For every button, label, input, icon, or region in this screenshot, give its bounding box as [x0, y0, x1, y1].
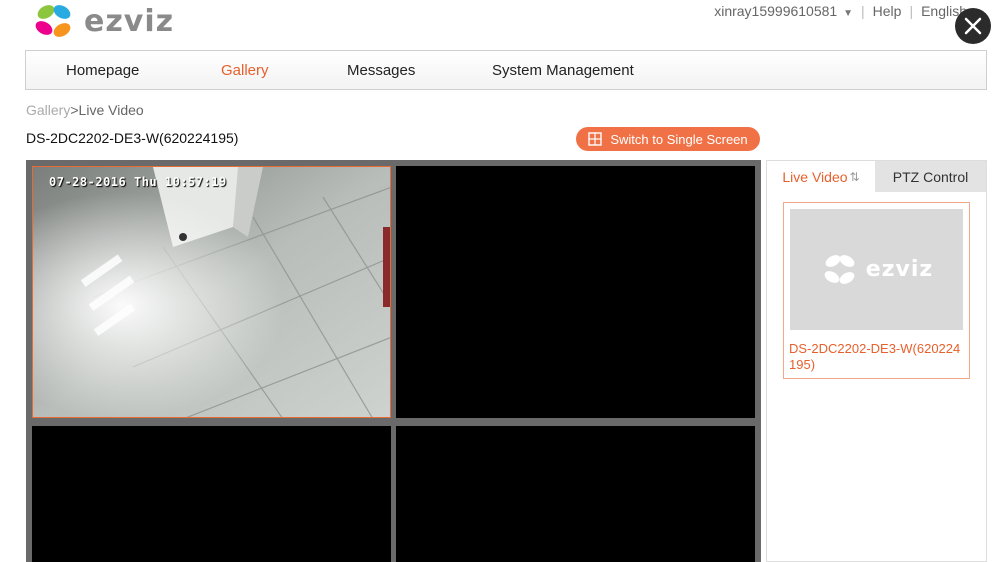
tab-live-video[interactable]: Live Video ⇅ [767, 161, 875, 192]
nav-item-gallery[interactable]: Gallery [221, 62, 269, 79]
tab-ptz-control[interactable]: PTZ Control [875, 161, 986, 192]
side-panel: Live Video ⇅ PTZ Control ezviz DS-2DC220… [766, 160, 987, 562]
breadcrumb: Gallery>Live Video [26, 102, 144, 118]
tab-live-video-label: Live Video [782, 168, 848, 185]
single-screen-icon [588, 132, 603, 146]
username-dropdown[interactable]: xinray15999610581 ▼ [714, 3, 853, 19]
device-title: DS-2DC2202-DE3-W(620224195) [26, 130, 239, 146]
video-grid: 07-28-2016 Thu 10:57:19 [26, 160, 761, 562]
switch-button-label: Switch to Single Screen [610, 131, 748, 147]
panel-tabs: Live Video ⇅ PTZ Control [767, 161, 986, 192]
breadcrumb-separator: > [70, 102, 79, 118]
brand-wordmark: ezviz [84, 3, 175, 39]
device-card[interactable]: ezviz DS-2DC2202-DE3-W(620224195) [783, 202, 970, 379]
tab-ptz-control-label: PTZ Control [892, 168, 969, 185]
ezviz-flower-icon [35, 5, 71, 37]
nav-item-messages[interactable]: Messages [347, 62, 415, 79]
video-window-1[interactable]: 07-28-2016 Thu 10:57:19 [32, 166, 391, 418]
main-nav: Homepage Gallery Messages System Managem… [25, 50, 987, 90]
divider: | [861, 3, 865, 19]
nav-item-system-management[interactable]: System Management [492, 62, 634, 79]
divider: | [909, 3, 914, 19]
breadcrumb-current: Live Video [78, 102, 144, 118]
user-menu-bar: xinray15999610581 ▼ | Help | English [714, 3, 967, 19]
switch-to-single-screen-button[interactable]: Switch to Single Screen [576, 127, 760, 151]
video-window-3[interactable] [32, 426, 391, 562]
close-icon [964, 17, 982, 35]
video-window-4[interactable] [396, 426, 755, 562]
device-card-label: DS-2DC2202-DE3-W(620224195) [789, 341, 961, 372]
video-timestamp-overlay: 07-28-2016 Thu 10:57:19 [49, 175, 227, 189]
close-button[interactable] [955, 8, 991, 44]
swap-icon: ⇅ [849, 169, 860, 184]
caret-down-icon: ▼ [843, 8, 853, 19]
app-window: ezviz xinray15999610581 ▼ | Help | Engli… [0, 0, 997, 562]
device-thumbnail: ezviz [790, 209, 963, 330]
nav-item-homepage[interactable]: Homepage [66, 62, 139, 79]
video-window-2[interactable] [396, 166, 755, 418]
ezviz-flower-icon [824, 254, 855, 284]
help-link[interactable]: Help [873, 3, 902, 19]
ezviz-logo[interactable]: ezviz [30, 0, 174, 42]
breadcrumb-gallery-link[interactable]: Gallery [26, 102, 70, 118]
thumbnail-wordmark: ezviz [865, 257, 934, 282]
username-label: xinray15999610581 [714, 3, 838, 19]
camera-feed-image [33, 167, 390, 417]
